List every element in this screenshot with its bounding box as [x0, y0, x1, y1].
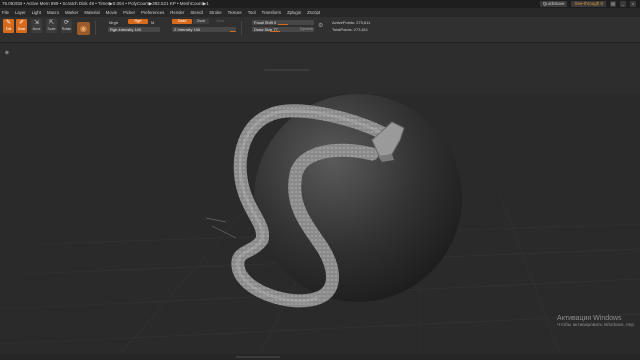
floor-crack [205, 217, 227, 223]
menu-item-render[interactable]: Render [170, 8, 184, 17]
menu-item-picker[interactable]: Picker [123, 8, 135, 17]
watermark-subtitle: Чтобы активировать Windows, пер [557, 323, 634, 328]
bottom-scroll-handle[interactable] [236, 356, 280, 358]
close-icon[interactable]: × [630, 1, 636, 7]
menu-item-light[interactable]: Light [32, 8, 41, 17]
menu-bar: File Layer Light Macro Marker Material M… [0, 8, 640, 17]
focal-shift-label: Focal Shift 0 [254, 20, 277, 25]
quicksave-button[interactable]: QuickSave [539, 1, 568, 7]
menu-item-texture[interactable]: Texture [228, 8, 242, 17]
status-text: 76.093GB • Active Mem 899 • Scratch Disk… [2, 1, 209, 6]
menu-item-zscript[interactable]: Zscript [307, 8, 320, 17]
menu-item-material[interactable]: Material [84, 8, 99, 17]
edit-button[interactable]: ✎ Edit [3, 19, 14, 33]
canvas-viewport[interactable]: Активация Windows Чтобы активировать Win… [0, 94, 640, 354]
divider [95, 21, 96, 35]
move-icon: ⇲ [33, 20, 40, 26]
menu-item-layer[interactable]: Layer [15, 8, 26, 17]
rgb-intensity-label: Rgb Intensity 100 [110, 27, 142, 32]
windows-activation-watermark: Активация Windows Чтобы активировать Win… [557, 315, 634, 328]
active-points: ActivePoints: 273,611 [332, 20, 371, 25]
minimize-icon[interactable]: _ [620, 1, 626, 7]
draw-label: Draw [17, 27, 26, 31]
move-button[interactable]: ⇲ Move [31, 19, 42, 33]
focal-shift-marker [278, 24, 288, 25]
edit-icon: ✎ [5, 20, 12, 26]
title-bar: 76.093GB • Active Mem 899 • Scratch Disk… [0, 0, 640, 8]
menu-item-stencil[interactable]: Stencil [190, 8, 203, 17]
menu-item-file[interactable]: File [2, 8, 9, 17]
menu-item-movie[interactable]: Movie [106, 8, 117, 17]
lightbox-bug-icon[interactable]: ✷ [4, 49, 10, 57]
zsub-toggle[interactable]: Zsub [193, 19, 209, 24]
dynamic-toggle[interactable]: Dynamic [300, 27, 313, 31]
top-shelf: ✎ Edit ✐ Draw ⇲ Move ⇱ Scale ⟳ Rotate ◉ … [0, 17, 640, 43]
scene-render [0, 94, 640, 354]
focal-shift-slider[interactable]: Focal Shift 0 [252, 20, 314, 25]
menu-item-tool[interactable]: Tool [248, 8, 256, 17]
watermark-title: Активация Windows [557, 315, 622, 322]
brush-thumbnail[interactable]: ◉ [77, 22, 90, 35]
m-toggle[interactable]: M [151, 20, 154, 25]
draw-size-marker [270, 31, 280, 32]
rgb-intensity-slider[interactable]: Rgb Intensity 100 [108, 27, 160, 32]
menu-item-preferences[interactable]: Preferences [141, 8, 164, 17]
menu-item-zplugin[interactable]: Zplugin [287, 8, 301, 17]
see-through-slider[interactable]: See-through 0 [571, 1, 606, 7]
menu-item-transform[interactable]: Transform [262, 8, 281, 17]
zadd-toggle[interactable]: Zadd [172, 19, 192, 24]
move-label: Move [32, 27, 41, 31]
rgb-toggle[interactable]: Rgb [128, 19, 148, 24]
draw-button[interactable]: ✐ Draw [16, 19, 27, 33]
draw-icon: ✐ [18, 20, 25, 26]
edit-label: Edit [5, 27, 12, 31]
shelf-scroll-handle[interactable] [264, 69, 310, 71]
floor-crack [211, 225, 237, 239]
rotate-icon: ⟳ [63, 20, 70, 26]
menus-toggle-icon[interactable]: ▤ [610, 1, 616, 7]
z-intensity-slider[interactable]: Z Intensity 100 [172, 27, 236, 32]
menu-item-macro[interactable]: Macro [47, 8, 59, 17]
scale-label: Scale [47, 27, 56, 31]
menu-item-marker[interactable]: Marker [65, 8, 78, 17]
divider [241, 21, 242, 35]
z-intensity-label: Z Intensity 100 [174, 27, 201, 32]
scale-button[interactable]: ⇱ Scale [46, 19, 57, 33]
secondary-shelf: ✷ [0, 44, 640, 94]
rotate-label: Rotate [61, 27, 72, 31]
z-intensity-marker [230, 31, 236, 32]
settings-gear-icon[interactable]: ⚙ [318, 22, 323, 29]
mrgb-toggle[interactable]: Mrgb [109, 20, 118, 25]
brush-icon: ◉ [80, 24, 87, 33]
rotate-button[interactable]: ⟳ Rotate [61, 19, 72, 33]
total-points: TotalPoints: 273,611 [332, 27, 368, 32]
bottom-bar [0, 354, 640, 360]
scale-icon: ⇱ [48, 20, 55, 26]
menu-item-stroke[interactable]: Stroke [209, 8, 221, 17]
zcut-toggle[interactable]: Zcut [212, 19, 228, 24]
